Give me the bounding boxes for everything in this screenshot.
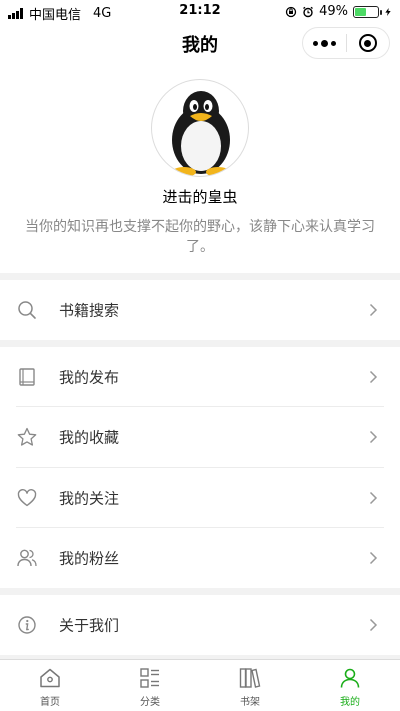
section-gap <box>0 340 400 347</box>
menu-item-label: 我的发布 <box>59 368 120 387</box>
section-gap <box>0 273 400 280</box>
status-bar: 中国电信 4G 21:12 49% <box>0 0 400 24</box>
more-dot <box>331 40 336 46</box>
menu-item-label: 书籍搜索 <box>59 301 120 320</box>
star-icon <box>17 427 37 446</box>
tab-bookshelf[interactable]: 书架 <box>200 660 300 711</box>
navigation-bar: 我的 <box>0 24 400 64</box>
tab-label: 首页 <box>40 697 60 708</box>
users-icon <box>17 549 37 567</box>
avatar[interactable] <box>151 79 249 177</box>
menu-item-following[interactable]: 我的关注 <box>0 468 400 528</box>
section-gap <box>0 588 400 595</box>
username: 进击的皇虫 <box>162 188 238 206</box>
tab-label: 分类 <box>140 697 160 708</box>
home-icon <box>40 668 60 688</box>
bookshelf-icon <box>239 668 261 688</box>
chevron-right-icon <box>369 551 378 565</box>
user-motto: 当你的知识再也支撑不起你的野心，该静下心来认真学习了。 <box>25 219 375 255</box>
menu-item-label: 关于我们 <box>59 616 120 635</box>
battery-fill <box>355 7 366 16</box>
status-right: 49% <box>285 4 392 19</box>
close-miniprogram-button[interactable] <box>347 34 389 52</box>
more-dot <box>321 39 328 47</box>
menu-item-fans[interactable]: 我的粉丝 <box>0 528 400 588</box>
more-menu-button[interactable] <box>303 39 346 47</box>
book-icon <box>19 368 35 386</box>
target-icon <box>358 34 377 52</box>
battery-icon <box>353 5 382 18</box>
category-icon <box>140 668 159 688</box>
alarm-icon <box>303 6 314 17</box>
chevron-right-icon <box>369 491 378 505</box>
penguin-avatar-image <box>172 91 230 176</box>
tab-mine[interactable]: 我的 <box>300 660 400 711</box>
chevron-right-icon <box>369 303 378 317</box>
tab-label: 我的 <box>340 697 360 708</box>
bottom-tab-bar: 首页 分类 书架 我的 <box>0 659 400 711</box>
menu-item-favorites[interactable]: 我的收藏 <box>0 407 400 467</box>
charging-icon <box>385 7 391 16</box>
chevron-right-icon <box>369 370 378 384</box>
menu-item-label: 我的粉丝 <box>59 549 120 568</box>
menu-item-search[interactable]: 书籍搜索 <box>0 280 400 340</box>
menu-item-publish[interactable]: 我的发布 <box>0 347 400 407</box>
menu-item-label: 我的收藏 <box>59 428 120 447</box>
more-dot <box>313 40 318 46</box>
tab-home[interactable]: 首页 <box>0 660 100 711</box>
menu-item-label: 我的关注 <box>59 489 120 508</box>
menu-item-about[interactable]: 关于我们 <box>0 595 400 655</box>
battery-percent: 49% <box>319 4 348 19</box>
info-icon <box>18 616 36 634</box>
chevron-right-icon <box>369 430 378 444</box>
miniprogram-capsule <box>302 27 390 59</box>
chevron-right-icon <box>369 618 378 632</box>
rotation-lock-icon <box>285 6 297 17</box>
tab-label: 书架 <box>240 697 260 708</box>
tab-category[interactable]: 分类 <box>100 660 200 711</box>
heart-icon <box>17 489 37 507</box>
person-icon <box>340 668 360 688</box>
search-icon <box>18 301 36 319</box>
